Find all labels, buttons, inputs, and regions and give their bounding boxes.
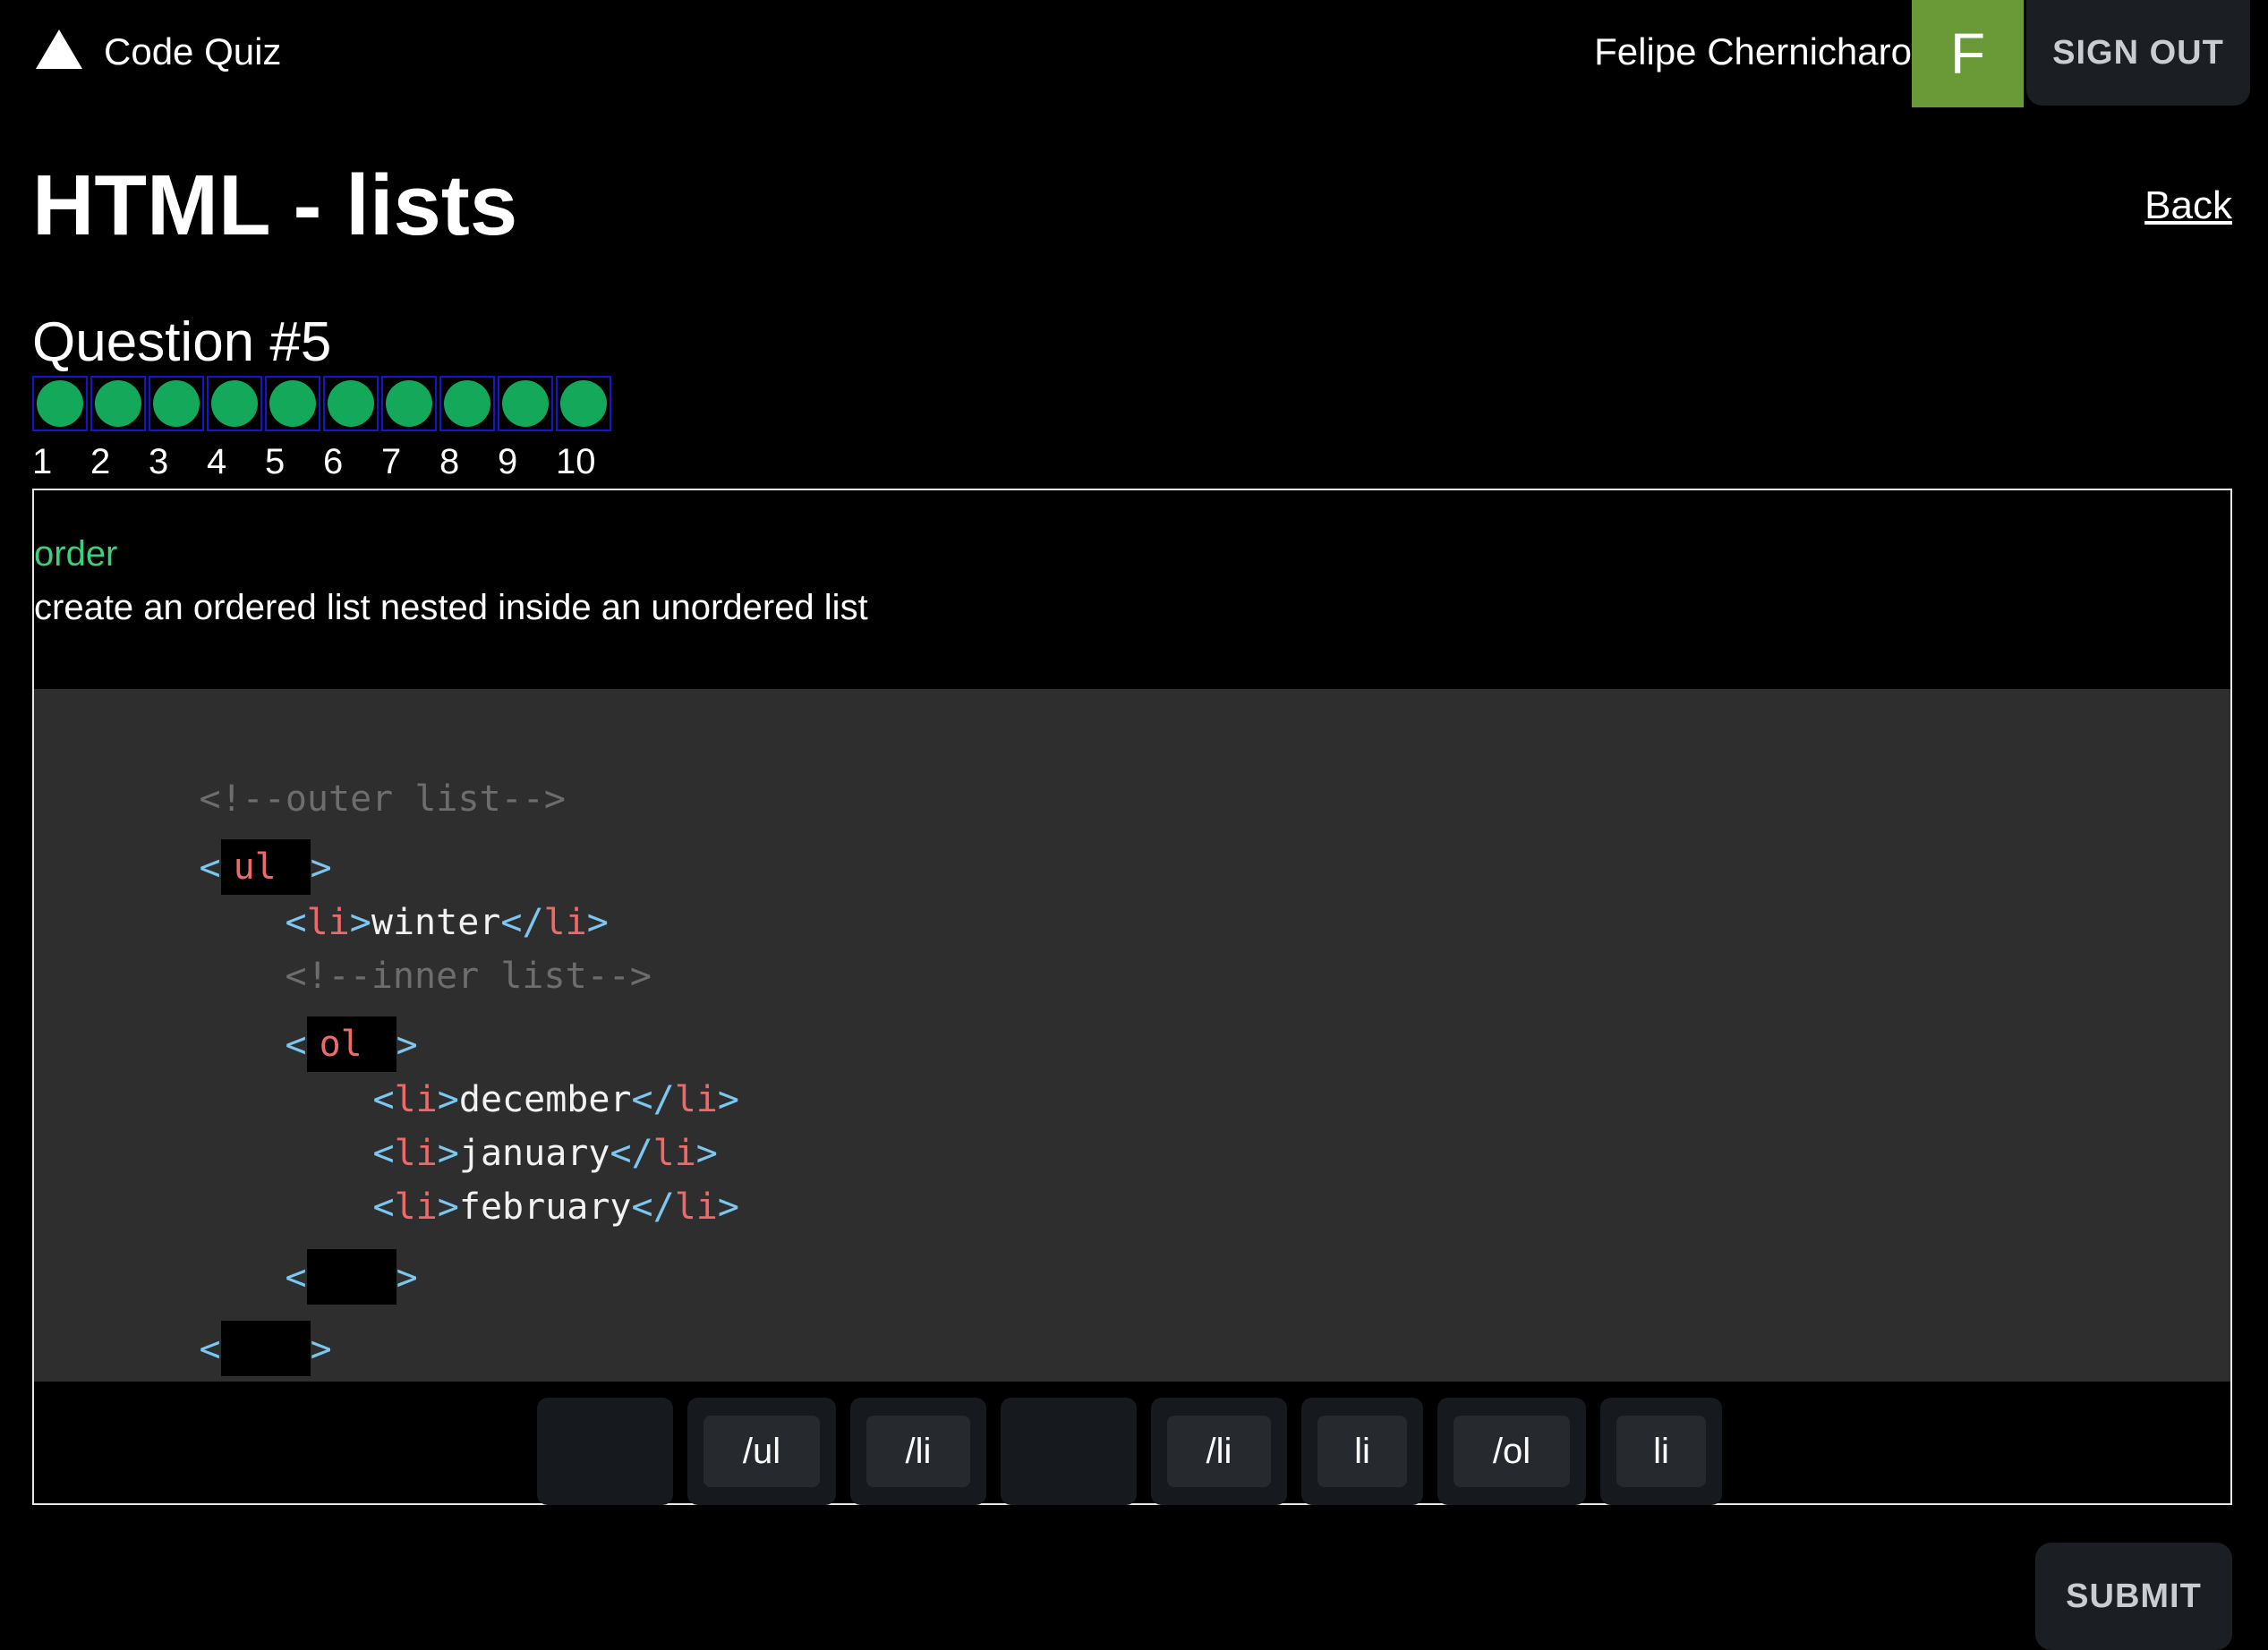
question-description: create an ordered list nested inside an …	[34, 588, 868, 627]
code-line: <li>february</li>	[372, 1186, 739, 1228]
answer-tile-label: /ol	[1454, 1416, 1570, 1487]
progress-number: 3	[149, 442, 169, 481]
answer-tile[interactable]: /ol	[1437, 1398, 1586, 1505]
progress-item-5[interactable]	[265, 376, 320, 431]
answer-tile-label: /li	[866, 1416, 970, 1487]
code-bracket: >	[717, 1186, 739, 1228]
answered-dot-icon	[328, 380, 374, 427]
progress-item-6[interactable]	[323, 376, 379, 431]
progress-item-2[interactable]	[90, 376, 146, 431]
answered-dot-icon	[386, 380, 432, 427]
top-bar: Code Quiz Felipe Chernicharo F SIGN OUT	[0, 0, 2268, 107]
code-bracket: <	[199, 1329, 221, 1370]
answer-tile-label: li	[1616, 1416, 1706, 1487]
code-bracket: >	[396, 1257, 418, 1298]
answered-dot-icon	[269, 380, 316, 427]
code-line: < ul >	[70, 800, 332, 895]
answer-tile-label: li	[1317, 1416, 1407, 1487]
code-line: < ol >	[156, 977, 418, 1072]
code-line: < >	[156, 1210, 418, 1305]
sign-out-button[interactable]: SIGN OUT	[2026, 0, 2250, 106]
answer-tile[interactable]: li	[1301, 1398, 1423, 1505]
answer-tile-empty[interactable]	[1001, 1398, 1137, 1505]
answer-tile[interactable]: /li	[850, 1398, 986, 1505]
question-label: Question #5	[32, 311, 332, 373]
code-line: <li>winter</li>	[285, 902, 609, 943]
avatar[interactable]: F	[1912, 0, 2024, 107]
answered-dot-icon	[560, 380, 607, 427]
progress-item-4[interactable]	[207, 376, 262, 431]
progress-item-10[interactable]	[556, 376, 611, 431]
progress-item-3[interactable]	[149, 376, 204, 431]
answer-tile-empty[interactable]	[537, 1398, 673, 1505]
progress-number: 4	[207, 442, 227, 481]
answer-tile[interactable]: /li	[1151, 1398, 1287, 1505]
back-link[interactable]: Back	[2144, 181, 2232, 231]
code-line: < >	[70, 1281, 332, 1376]
code-line: <!--inner list-->	[156, 909, 652, 997]
page-title: HTML - lists	[32, 157, 518, 253]
code-text: february	[458, 1186, 632, 1228]
progress-item-7[interactable]	[381, 376, 437, 431]
code-bracket: >	[437, 1186, 459, 1228]
progress-number: 5	[265, 442, 286, 481]
answer-tile-label: /ul	[703, 1416, 820, 1487]
answered-dot-icon	[211, 380, 258, 427]
answer-tile[interactable]: /ul	[687, 1398, 836, 1505]
question-type: order	[34, 534, 118, 574]
answered-dot-icon	[444, 380, 490, 427]
answered-dot-icon	[37, 380, 83, 427]
progress-item-9[interactable]	[498, 376, 553, 431]
progress-number: 9	[498, 442, 518, 481]
code-tag: li	[674, 1186, 718, 1228]
code-bracket: >	[310, 1329, 332, 1370]
progress-number: 1	[32, 442, 53, 481]
progress-number: 7	[381, 442, 402, 481]
progress-numbers: 1 2 3 4 5 6 7 8 9 10	[32, 440, 614, 483]
progress-item-1[interactable]	[32, 376, 88, 431]
progress-number: 8	[439, 442, 460, 481]
progress-item-8[interactable]	[439, 376, 495, 431]
progress-number: 2	[90, 442, 111, 481]
answered-dot-icon	[502, 380, 549, 427]
code-bracket: <	[631, 1186, 653, 1228]
answered-dot-icon	[153, 380, 200, 427]
answered-dot-icon	[95, 380, 141, 427]
triangle-logo-icon	[36, 30, 82, 69]
code-line: <li>december</li>	[372, 1079, 739, 1120]
code-bracket: >	[717, 1079, 739, 1120]
answer-tile[interactable]: li	[1600, 1398, 1722, 1505]
question-progress	[32, 376, 614, 431]
app-title: Code Quiz	[104, 30, 282, 72]
answer-tiles: /ul /li /li li /ol li	[537, 1398, 1736, 1505]
user-name: Felipe Chernicharo	[1594, 30, 1912, 72]
answer-tile-label: /li	[1167, 1416, 1271, 1487]
progress-number: 10	[556, 442, 596, 481]
question-card: order create an ordered list nested insi…	[32, 489, 2232, 1505]
progress-number: 6	[323, 442, 344, 481]
code-editor: <!--outer list--> < ul > <li>winter</li> <…	[34, 689, 2230, 1382]
drop-slot-outer-close[interactable]	[220, 1321, 311, 1376]
submit-button[interactable]: SUBMIT	[2035, 1543, 2232, 1650]
code-line: <li>january</li>	[372, 1133, 718, 1174]
code-line: <!--outer list-->	[70, 732, 566, 820]
